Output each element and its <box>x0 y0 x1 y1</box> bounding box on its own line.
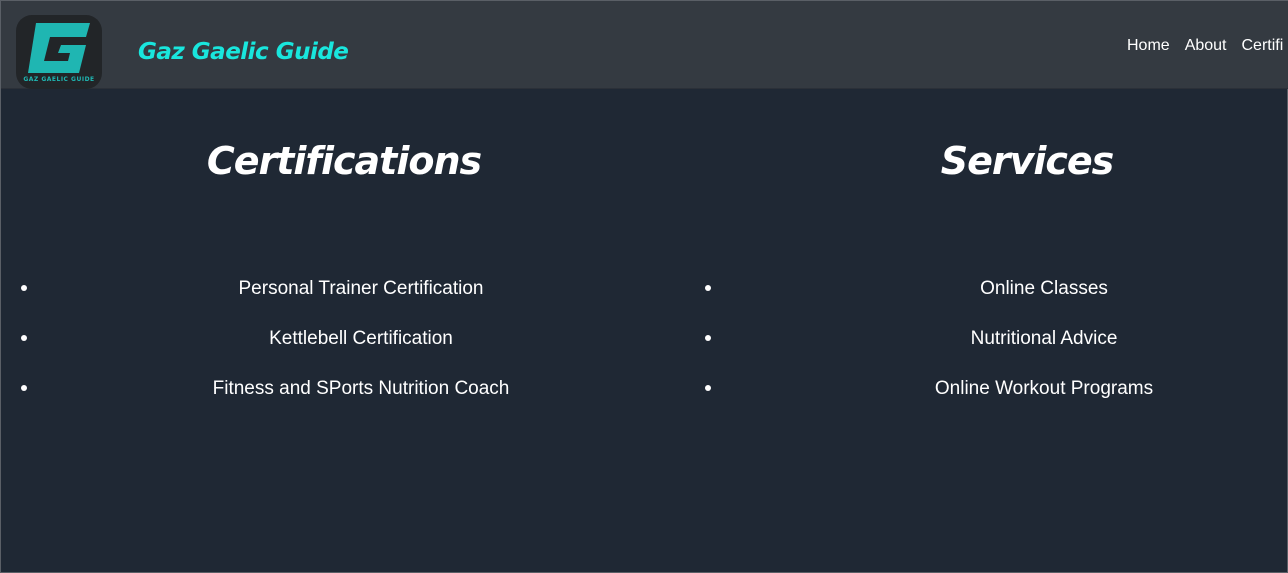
navbar: GAZ GAELIC GUIDE Gaz Gaelic Guide Home A… <box>1 1 1288 89</box>
services-list: Online Classes Nutritional Advice Online… <box>684 269 1288 419</box>
list-item: Online Classes <box>684 269 1288 319</box>
list-item-label: Personal Trainer Certification <box>238 278 484 299</box>
nav-links: Home About Certifi <box>1127 37 1288 55</box>
logo[interactable]: GAZ GAELIC GUIDE <box>16 15 102 89</box>
list-item-label: Kettlebell Certification <box>269 328 453 349</box>
certifications-title: Certifications <box>206 139 482 183</box>
list-item-label: Online Workout Programs <box>934 378 1154 399</box>
logo-text: GAZ GAELIC GUIDE <box>23 76 95 83</box>
bullet-icon <box>21 385 27 391</box>
services-title: Services <box>940 139 1115 183</box>
list-item: Online Workout Programs <box>684 369 1288 419</box>
list-item-label: Fitness and SPorts Nutrition Coach <box>212 378 510 399</box>
nav-link-about[interactable]: About <box>1185 37 1227 55</box>
bullet-icon <box>705 385 711 391</box>
bullet-icon <box>21 335 27 341</box>
brand-name[interactable]: Gaz Gaelic Guide <box>138 39 349 65</box>
certifications-list: Personal Trainer Certification Kettlebel… <box>1 269 684 419</box>
list-item-label: Nutritional Advice <box>970 328 1118 349</box>
list-item: Fitness and SPorts Nutrition Coach <box>1 369 721 419</box>
list-item: Nutritional Advice <box>684 319 1288 369</box>
nav-link-certifications[interactable]: Certifi <box>1242 37 1284 55</box>
bullet-icon <box>21 285 27 291</box>
list-item: Personal Trainer Certification <box>1 269 721 319</box>
list-item: Kettlebell Certification <box>1 319 721 369</box>
bullet-icon <box>705 335 711 341</box>
list-item-label: Online Classes <box>980 278 1108 299</box>
nav-link-home[interactable]: Home <box>1127 37 1170 55</box>
bullet-icon <box>705 285 711 291</box>
